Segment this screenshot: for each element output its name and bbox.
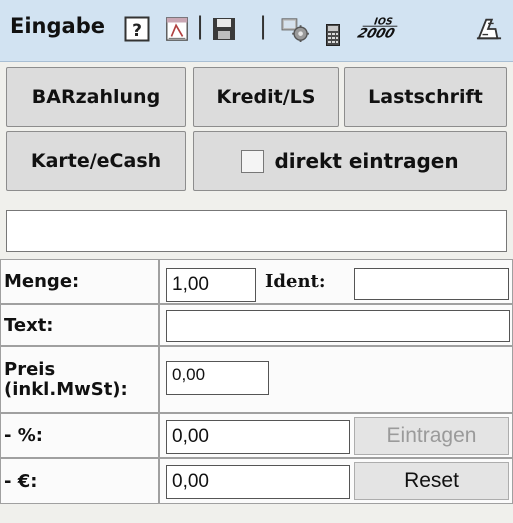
report-icon[interactable] (164, 16, 190, 42)
kredit-ls-button[interactable]: Kredit/LS (193, 67, 339, 127)
percent-input[interactable]: 0,00 (166, 420, 350, 454)
ident-label: Ident: (265, 270, 326, 292)
toolbar-separator: | (259, 12, 268, 40)
menge-label: Menge: (0, 259, 159, 304)
lastschrift-button[interactable]: Lastschrift (344, 67, 507, 127)
toolbar-title: Eingabe (10, 14, 105, 38)
toolbar-separator: | (196, 12, 205, 40)
exit-icon[interactable] (474, 16, 504, 42)
percent-label: - %: (0, 413, 159, 458)
eintragen-button[interactable]: Eintragen (354, 417, 509, 455)
svg-text:?: ? (132, 21, 142, 41)
reset-button[interactable]: Reset (354, 462, 509, 500)
lastschrift-label: Lastschrift (368, 86, 483, 108)
barzahlung-button[interactable]: BARzahlung (6, 67, 186, 127)
euro-input[interactable]: 0,00 (166, 465, 350, 499)
kredit-ls-label: Kredit/LS (216, 86, 316, 108)
menge-input[interactable]: 1,00 (166, 268, 256, 302)
ios2000-icon[interactable]: IOS 2000 (354, 14, 406, 40)
preis-label-line2: (inkl.MwSt): (4, 378, 128, 400)
direkt-eintragen-toggle[interactable]: direkt eintragen (193, 131, 507, 191)
direkt-eintragen-label: direkt eintragen (274, 149, 459, 173)
euro-label: - €: (0, 458, 159, 504)
ident-input[interactable] (354, 268, 509, 300)
preis-label: Preis (inkl.MwSt): (0, 346, 159, 413)
scan-input[interactable] (6, 210, 507, 252)
direkt-eintragen-checkbox[interactable] (241, 149, 265, 173)
bottom-strip (0, 505, 513, 523)
barzahlung-label: BARzahlung (31, 86, 161, 108)
settings-icon[interactable] (280, 16, 310, 42)
karte-ecash-label: Karte/eCash (30, 150, 162, 172)
save-icon[interactable] (212, 16, 236, 42)
toolbar: Eingabe ? | | IOS 2000 (0, 0, 513, 62)
karte-ecash-button[interactable]: Karte/eCash (6, 131, 186, 191)
calculator-icon[interactable] (326, 22, 340, 48)
text-label: Text: (0, 304, 159, 346)
preis-input[interactable]: 0,00 (166, 361, 269, 395)
svg-text:2000: 2000 (356, 27, 397, 40)
text-input[interactable] (166, 310, 510, 342)
preis-label-line1: Preis (4, 358, 56, 380)
help-icon[interactable]: ? (124, 16, 150, 42)
